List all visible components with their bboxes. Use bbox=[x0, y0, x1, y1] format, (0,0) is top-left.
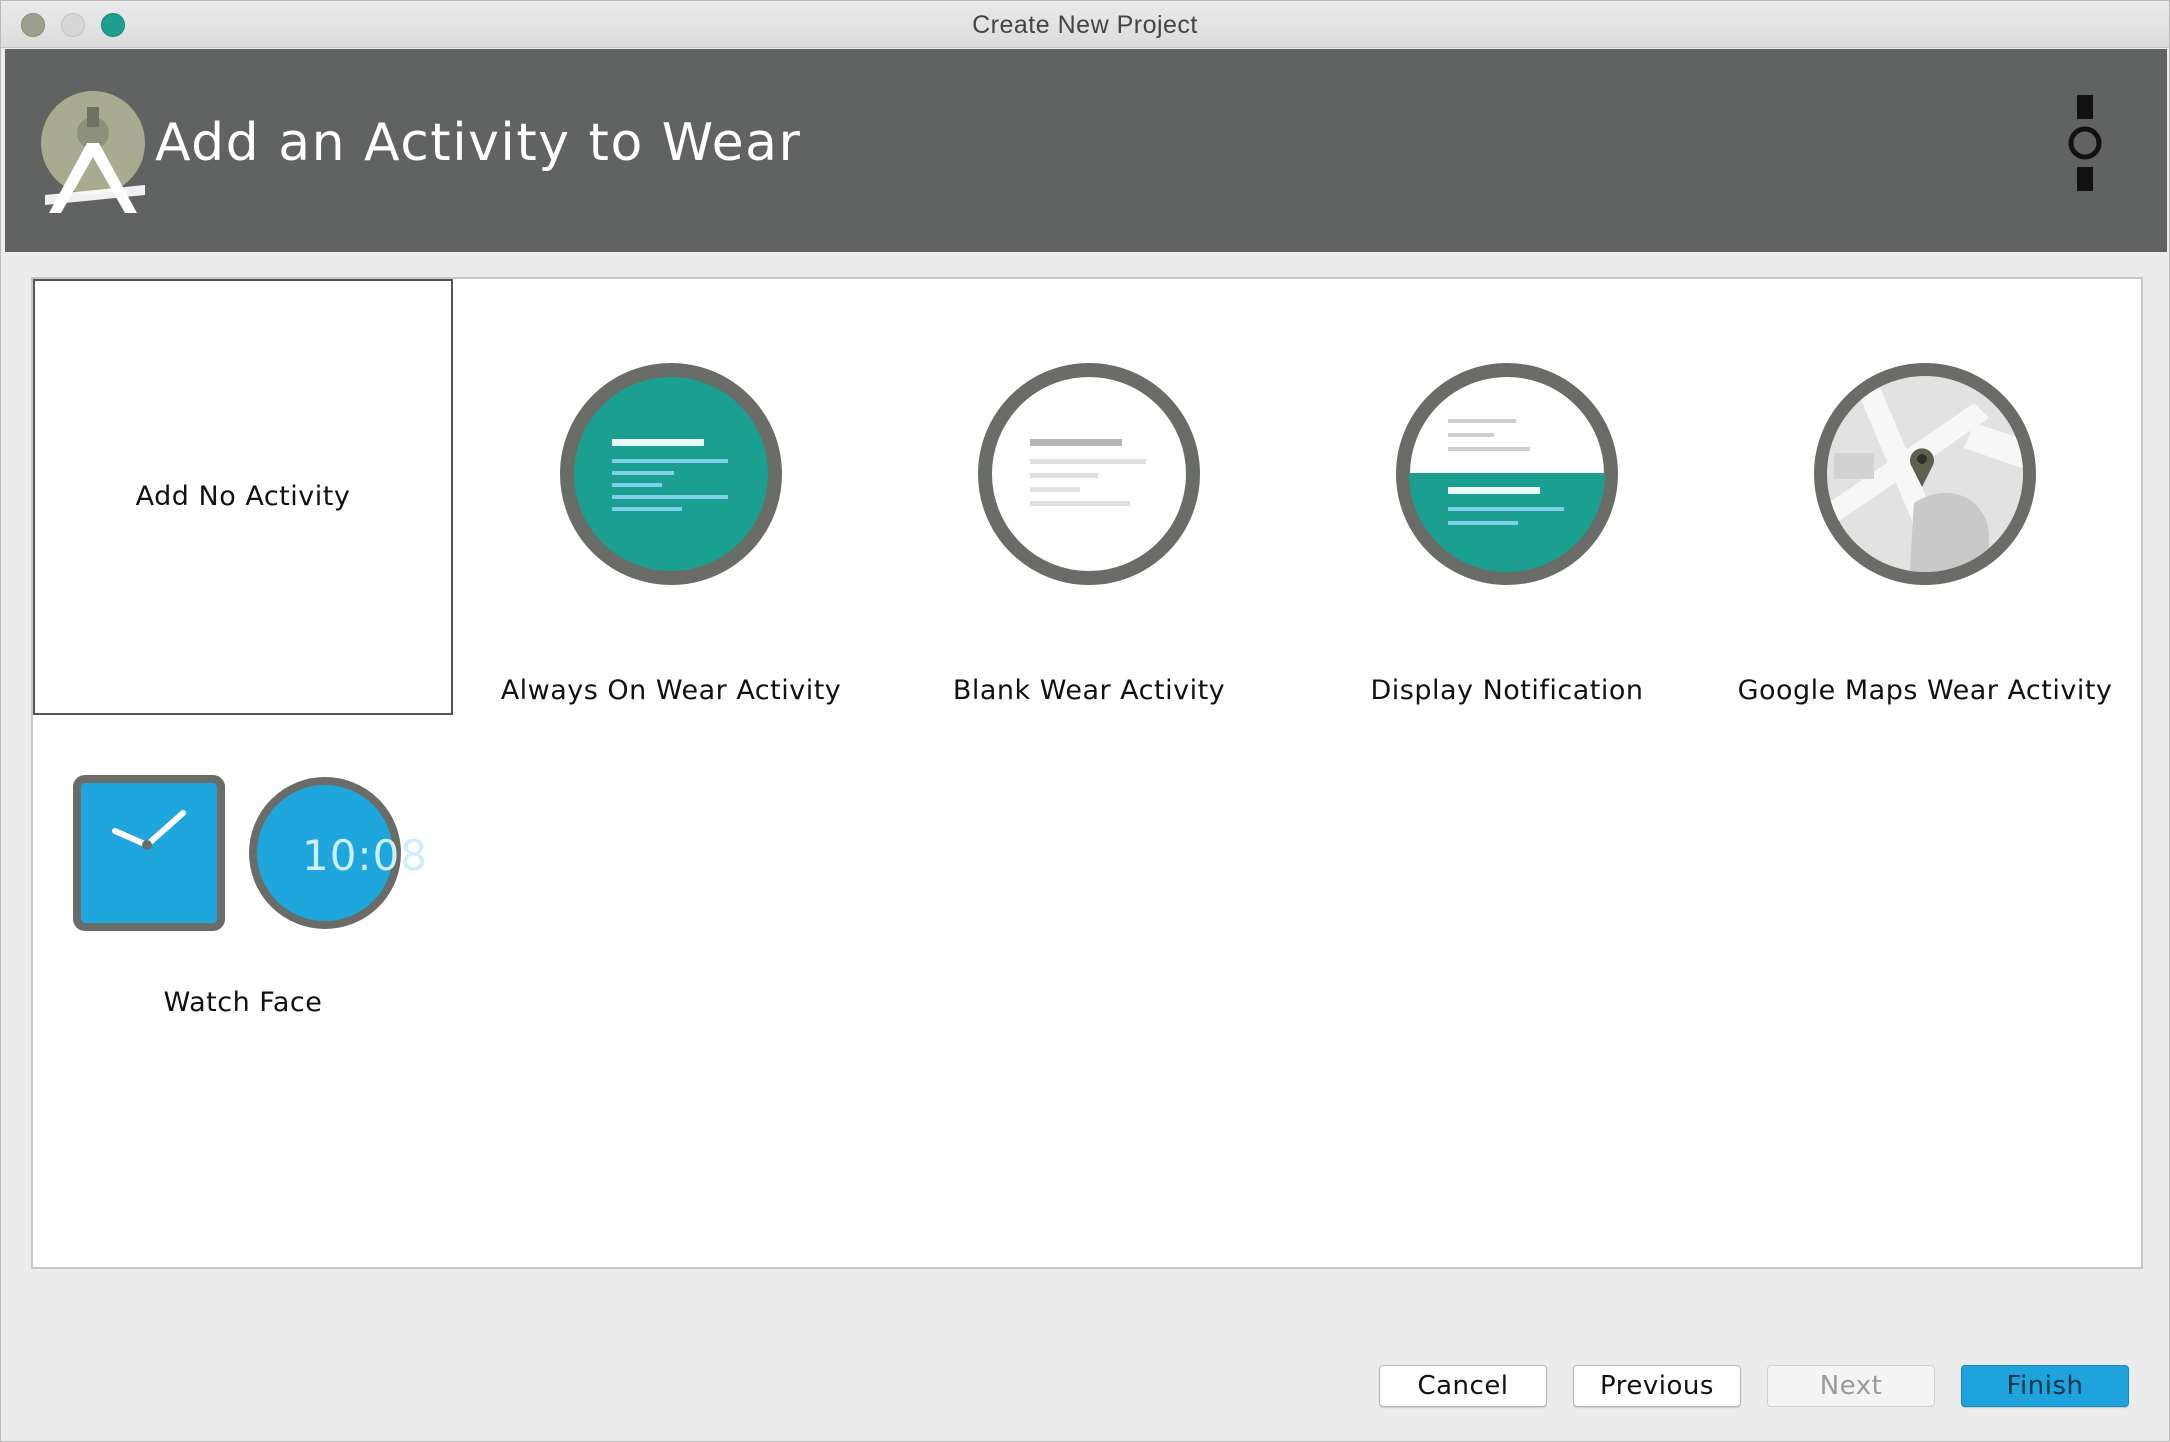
template-label: Display Notification bbox=[1370, 675, 1644, 706]
template-label: Blank Wear Activity bbox=[952, 675, 1226, 706]
cancel-button[interactable]: Cancel bbox=[1379, 1365, 1547, 1407]
window-title: Create New Project bbox=[972, 11, 1198, 39]
template-display-notification[interactable]: Display Notification bbox=[1297, 279, 1717, 715]
android-studio-logo-icon bbox=[41, 91, 145, 213]
template-label: Add No Activity bbox=[135, 481, 351, 512]
template-add-no-activity[interactable]: Add No Activity bbox=[33, 279, 453, 715]
template-label: Watch Face bbox=[163, 987, 323, 1018]
template-label: Always On Wear Activity bbox=[500, 675, 842, 706]
template-always-on-wear-activity[interactable]: Always On Wear Activity bbox=[461, 279, 881, 715]
title-bar: Create New Project bbox=[1, 1, 2169, 48]
create-new-project-window: Create New Project Add an Activity to We… bbox=[0, 0, 2170, 1442]
always-on-watch-preview-icon bbox=[560, 363, 782, 585]
finish-button[interactable]: Finish bbox=[1961, 1365, 2129, 1407]
wear-watch-icon bbox=[2068, 95, 2102, 191]
next-button[interactable]: Next bbox=[1767, 1365, 1935, 1407]
template-blank-wear-activity[interactable]: Blank Wear Activity bbox=[879, 279, 1299, 715]
notification-watch-preview-icon bbox=[1396, 363, 1618, 585]
header-banner: Add an Activity to Wear bbox=[5, 49, 2167, 252]
template-google-maps-wear-activity[interactable]: Google Maps Wear Activity bbox=[1715, 279, 2135, 715]
maps-watch-preview-icon bbox=[1814, 363, 2036, 585]
digital-clock-time: 10:08 bbox=[301, 831, 429, 880]
page-title: Add an Activity to Wear bbox=[155, 113, 802, 173]
template-watch-face[interactable]: 10:08 Watch Face bbox=[33, 715, 453, 1151]
template-gallery: Add No Activity Always On Wear Activity bbox=[31, 277, 2143, 1269]
template-label: Google Maps Wear Activity bbox=[1737, 675, 2113, 706]
previous-button[interactable]: Previous bbox=[1573, 1365, 1741, 1407]
blank-watch-preview-icon bbox=[978, 363, 1200, 585]
